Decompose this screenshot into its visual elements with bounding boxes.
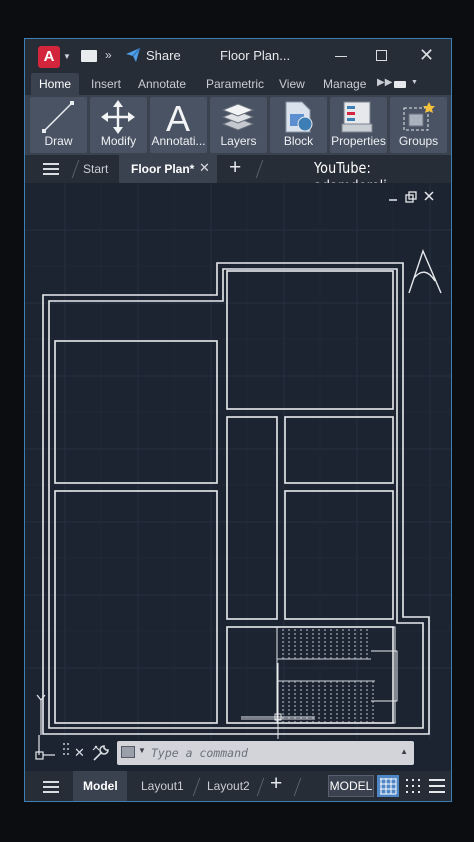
svg-text:A: A — [166, 100, 190, 134]
tab-divider — [293, 778, 302, 796]
modify-label: Modify — [100, 134, 137, 148]
command-input[interactable] — [151, 744, 391, 762]
block-icon — [285, 101, 313, 133]
layers-label: Layers — [220, 134, 257, 148]
layers-button[interactable]: Layers — [210, 97, 267, 153]
tab-divider — [256, 778, 265, 796]
tab-manage[interactable]: Manage — [323, 77, 366, 91]
floor-plan-drawing[interactable] — [25, 183, 452, 739]
ucs-origin-icon — [35, 735, 69, 760]
snap-mode-icon[interactable] — [402, 775, 424, 797]
tab-parametric[interactable]: Parametric — [206, 77, 264, 91]
ribbon-tabs: Home Insert Annotate Parametric View Man… — [25, 73, 451, 95]
drawing-canvas[interactable] — [25, 183, 451, 739]
command-prompt-icon[interactable] — [121, 746, 135, 758]
layout-tab-model[interactable]: Model — [73, 771, 127, 801]
annotation-label: Annotati... — [151, 134, 206, 148]
close-icon[interactable]: ✕ — [199, 160, 210, 176]
autocad-logo-icon[interactable]: A — [38, 46, 60, 68]
viewport-controls[interactable] — [389, 191, 434, 203]
command-line[interactable]: ▼ ▲ — [117, 741, 414, 765]
tab-insert[interactable]: Insert — [91, 77, 121, 91]
chevron-down-icon[interactable]: ▼ — [411, 79, 418, 86]
share-button[interactable]: Share — [125, 47, 181, 63]
tab-view[interactable]: View — [279, 77, 305, 91]
model-space-button[interactable]: MODEL — [328, 775, 374, 797]
text-a-icon: A — [166, 100, 190, 134]
customization-menu-icon[interactable] — [426, 775, 448, 797]
properties-label: Properties — [331, 134, 386, 148]
draw-label: Draw — [44, 134, 73, 148]
close-icon[interactable]: ✕ — [74, 745, 85, 761]
chevron-up-icon[interactable]: ▲ — [400, 747, 408, 756]
layers-icon — [221, 103, 255, 131]
document-tabs: Start Floor Plan* ✕ + YouTube: adamderel… — [25, 155, 451, 195]
tab-divider — [71, 160, 80, 178]
tab-floor-plan[interactable]: Floor Plan* ✕ — [119, 155, 217, 183]
viewport-close-icon[interactable] — [424, 191, 434, 201]
groups-button[interactable]: Groups — [390, 97, 447, 153]
annotation-button[interactable]: A Annotati... — [150, 97, 207, 153]
layout-tab-layout1[interactable]: Layout1 — [141, 779, 184, 793]
folder-icon[interactable] — [81, 50, 97, 62]
status-bar: Model Layout1 Layout2 + MODEL — [25, 771, 451, 801]
send-icon — [126, 47, 141, 62]
tab-start[interactable]: Start — [83, 162, 108, 176]
title-bar: A ▼ » Share Floor Plan... ✕ — [25, 39, 451, 73]
app-window: A ▼ » Share Floor Plan... ✕ Home Insert … — [24, 38, 452, 802]
draw-button[interactable]: Draw — [30, 97, 87, 153]
hamburger-menu-icon[interactable] — [43, 163, 59, 175]
properties-icon — [341, 101, 373, 133]
workspace-icon[interactable] — [394, 81, 406, 88]
double-chevron-icon[interactable]: » — [105, 48, 112, 62]
grid-icon[interactable] — [377, 775, 399, 797]
maximize-icon[interactable] — [376, 50, 387, 61]
new-layout-plus-icon[interactable]: + — [270, 772, 282, 796]
new-tab-plus-icon[interactable]: + — [229, 156, 241, 180]
plan-stairs — [282, 629, 374, 723]
move-arrows-icon — [101, 100, 135, 134]
wrench-icon[interactable] — [91, 744, 111, 762]
block-label: Block — [283, 134, 314, 148]
double-chevron-icon[interactable]: ▶▶ — [377, 77, 392, 88]
line-icon — [42, 101, 74, 133]
window-title: Floor Plan... — [220, 48, 291, 63]
properties-button[interactable]: Properties — [330, 97, 387, 153]
minimize-icon[interactable] — [335, 56, 347, 57]
viewcube-icon[interactable] — [408, 249, 442, 294]
tab-floor-plan-label: Floor Plan* — [131, 162, 195, 176]
share-label: Share — [146, 47, 181, 63]
hamburger-menu-icon[interactable] — [43, 781, 59, 793]
tab-home[interactable]: Home — [31, 73, 80, 95]
tab-annotate[interactable]: Annotate — [138, 77, 186, 91]
chevron-down-icon[interactable]: ▼ — [138, 746, 146, 755]
block-button[interactable]: Block — [270, 97, 327, 153]
layout-tab-layout2[interactable]: Layout2 — [207, 779, 250, 793]
close-icon[interactable]: ✕ — [419, 45, 434, 66]
groups-label: Groups — [398, 134, 439, 148]
tab-divider — [255, 160, 264, 178]
layout-tab-model-label: Model — [83, 779, 118, 793]
drawing-minor-grid — [25, 183, 451, 739]
tab-divider — [192, 778, 201, 796]
chevron-down-icon[interactable]: ▼ — [63, 52, 71, 61]
modify-button[interactable]: Modify — [90, 97, 147, 153]
groups-icon — [403, 102, 435, 131]
ribbon-panel: Draw Modify A Annotati... Layers Block P… — [25, 95, 451, 155]
